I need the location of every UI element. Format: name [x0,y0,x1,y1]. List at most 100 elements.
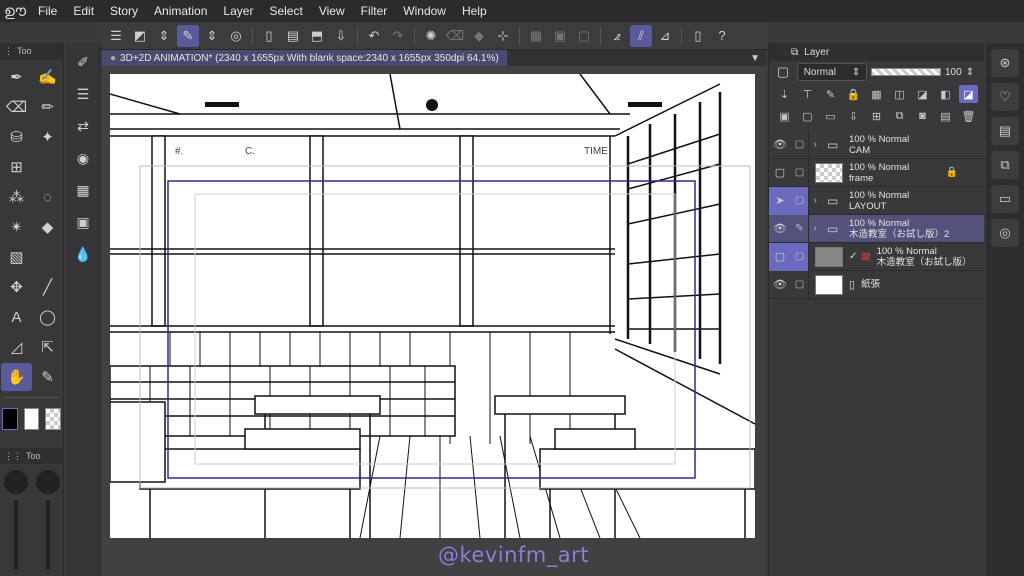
tool-button[interactable]: ⁂ [1,183,32,211]
chevron-right-icon[interactable]: › [809,195,821,206]
device-icon[interactable]: ▯ [687,25,709,47]
open-folder-icon[interactable]: ▤ [282,25,304,47]
layer-row[interactable]: ➤ ▢ › ▭ 100 % Normal LAYOUT [769,186,984,215]
navigator-icon[interactable]: ⊛ [991,49,1019,77]
ruler-icon[interactable]: ⦨ [606,25,628,47]
canvas-area[interactable]: #. C. TIME [102,66,766,576]
reference-icon[interactable]: ⊤ [798,85,817,103]
spiral-icon[interactable]: ◎ [225,25,247,47]
merge-icon[interactable]: ⊞ [867,107,886,125]
tool-button[interactable]: ✴ [1,213,32,241]
tool-button[interactable] [32,153,63,181]
tool-button[interactable]: ◌ [32,183,63,211]
chevron-down-icon[interactable]: ▼ [750,53,760,64]
brush-opacity-slider[interactable] [46,500,50,570]
chevron-updown-icon[interactable]: ⇕ [153,25,175,47]
layer-row[interactable]: 👁 ▢ ▯ 紙張 [769,270,984,299]
layer-row[interactable]: ▢ ▢ 100 % Normal frame 🔒 [769,158,984,187]
layer-color-icon[interactable]: ◪ [959,85,978,103]
new-raster-layer-icon[interactable]: ▣ [775,107,794,125]
transparent-color-swatch[interactable] [45,408,62,430]
tool-button[interactable]: ⛁ [1,123,32,151]
tool-button[interactable]: ⇱ [32,333,63,361]
sliders-icon[interactable]: ☰ [69,81,97,107]
tool-button[interactable]: ⌫ [1,93,32,121]
mask-disabled-icon[interactable]: ⊠ [861,250,870,263]
drops-icon[interactable]: 💧 [69,241,97,267]
chevron-right-icon[interactable]: › [809,223,821,234]
save-icon[interactable]: ⬒ [306,25,328,47]
camera-icon[interactable]: ◎ [991,219,1019,247]
artboard[interactable]: #. C. TIME [110,74,755,538]
timeline-icon[interactable]: ▭ [991,185,1019,213]
menu-animation[interactable]: Animation [146,0,215,22]
tool-button[interactable]: ✥ [1,273,32,301]
sliders-icon[interactable]: ⋮⋮ [4,451,22,462]
layer-select-box[interactable]: ▢ [791,270,809,299]
blend-mode-select[interactable]: Normal ⇕ [797,63,867,81]
menu-window[interactable]: Window [395,0,454,22]
film-icon[interactable]: ▦ [69,177,97,203]
tool-button[interactable]: ╱ [32,273,63,301]
pen-pressure-icon[interactable]: ✎ [177,24,199,47]
brush-opacity-preview[interactable] [36,470,60,494]
menu-story[interactable]: Story [102,0,146,22]
menu-edit[interactable]: Edit [65,0,102,22]
layer-select-box[interactable]: ▢ [791,242,809,271]
tool-button[interactable]: ✍ [32,63,63,91]
eye-icon[interactable]: 👁 [769,215,791,243]
app-logo-icon[interactable]: ഊ [0,0,30,22]
layer-select-box[interactable]: ▢ [791,186,809,215]
new-file-icon[interactable]: ▯ [258,25,280,47]
cursor-icon[interactable]: ▢ [769,242,791,271]
fill-icon[interactable]: ◆ [468,25,490,47]
loading-icon[interactable]: ✺ [420,25,442,47]
main-color-swatch[interactable] [2,408,18,430]
cursor-icon[interactable]: ➤ [769,186,791,215]
layer-props-icon[interactable]: ▤ [991,117,1019,145]
draft-icon[interactable]: ✎ [821,85,840,103]
tool-button[interactable]: ◯ [32,303,63,331]
brush-size-slider[interactable] [14,500,18,570]
tool-button[interactable]: ✦ [32,123,63,151]
eye-icon[interactable]: 👁 [769,131,791,159]
layers-icon[interactable]: ⧉ [991,151,1019,179]
lock-icon[interactable]: 🔒 [844,85,863,103]
menu-filter[interactable]: Filter [353,0,396,22]
layer-row[interactable]: 👁 ▢ › ▭ 100 % Normal CAM [769,130,984,159]
new-vector-layer-icon[interactable]: ▢ [798,107,817,125]
document-tab[interactable]: ● 3D+2D ANIMATION* (2340 x 1655px With b… [102,50,507,66]
palette-icon[interactable]: ◧ [936,85,955,103]
menu-layer[interactable]: Layer [215,0,261,22]
tool-button[interactable]: ✋ [1,363,32,391]
sub-color-swatch[interactable] [23,408,40,430]
pen-icon[interactable]: ✐ [69,49,97,75]
material-icon[interactable]: ♡ [991,83,1019,111]
clear-icon[interactable]: ⌫ [444,25,466,47]
export-icon[interactable]: ⇩ [330,25,352,47]
transfer-down-icon[interactable]: ⇩ [844,107,863,125]
tool-button[interactable]: ◿ [1,333,32,361]
help-icon[interactable]: ? [711,25,733,47]
opacity-slider[interactable] [871,68,941,76]
layer-select-box[interactable]: ▢ [791,158,809,187]
frame-icon[interactable]: ▣ [69,209,97,235]
tool-button[interactable]: ✏ [32,93,63,121]
snap-ruler-icon[interactable]: ⫽ [630,24,652,47]
swap-icon[interactable]: ⇄ [69,113,97,139]
tool-button[interactable]: ▧ [1,243,32,271]
edit-icon[interactable]: ✎ [791,214,809,243]
menu-help[interactable]: Help [454,0,495,22]
undo-icon[interactable]: ↶ [363,25,385,47]
grid-icon[interactable]: ▦ [525,25,547,47]
delete-layer-icon[interactable]: 🗑 [959,107,978,125]
layer-row[interactable]: 👁 ✎ › ▭ 100 % Normal 木造教室（お試し版）2 [769,214,984,243]
grip-icon[interactable]: ⋮ [4,46,13,57]
cursor-icon[interactable]: ▢ [769,159,791,187]
tool-button[interactable]: ✒ [1,63,32,91]
menu-file[interactable]: File [30,0,65,22]
layer-row[interactable]: ▢ ▢ ✓ ⊠ 100 % Normal 木造教室（お試し版） [769,242,984,271]
new-folder-icon[interactable]: ▭ [821,107,840,125]
opacity-value[interactable]: 100 [945,67,962,78]
stop-icon[interactable]: ◉ [69,145,97,171]
